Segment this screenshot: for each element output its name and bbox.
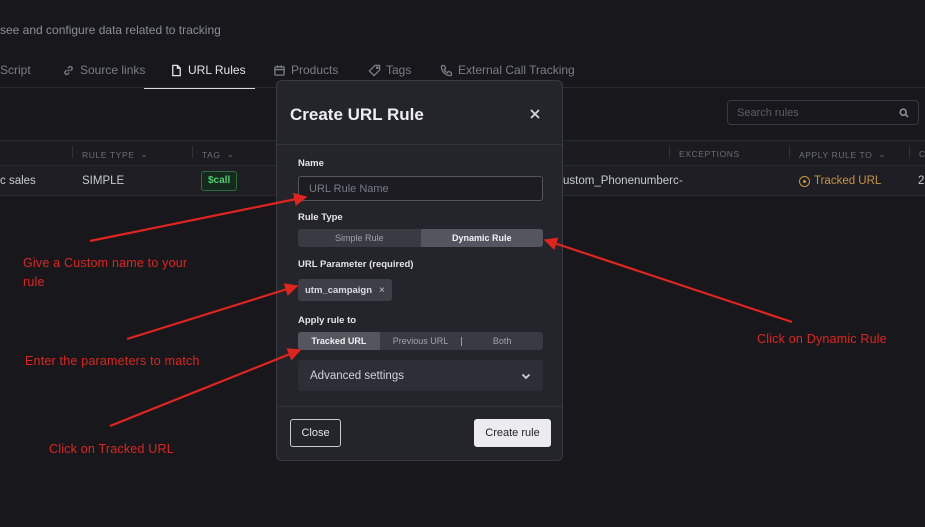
apply-rule-label: Apply rule to (298, 315, 357, 326)
chevron-down-icon (521, 373, 531, 379)
tab-label: Products (291, 63, 339, 77)
arrow-to-parameter (126, 283, 299, 341)
url-parameter-label: URL Parameter (required) (298, 259, 414, 270)
both-option[interactable]: Both (461, 332, 543, 350)
calendar-icon (274, 64, 285, 76)
tab-label: Tags (386, 63, 412, 77)
column-rule-type[interactable]: RULE TYPE ⌄ (72, 146, 149, 160)
modal-title: Create URL Rule (290, 105, 424, 124)
target-icon (799, 175, 810, 187)
tag-badge: $call (201, 171, 238, 191)
tab-label: Source links (80, 63, 146, 77)
annotation-dynamic-rule: Click on Dynamic Rule (757, 332, 887, 346)
create-rule-button[interactable]: Create rule (474, 419, 551, 447)
file-link-icon (172, 64, 181, 76)
chip-label: utm_campaign (305, 284, 373, 296)
rule-name-input[interactable] (298, 176, 543, 201)
chevron-down-icon: ⌄ (226, 149, 235, 159)
tab-url-rules[interactable]: URL Rules (144, 52, 255, 89)
tag-icon (368, 64, 381, 77)
tab-label: Script (0, 63, 31, 77)
annotation-parameters: Enter the parameters to match (25, 354, 200, 368)
chevron-down-icon: ⌄ (140, 149, 149, 159)
simple-rule-option[interactable]: Simple Rule (298, 229, 421, 247)
phone-icon (440, 64, 453, 76)
arrow-to-dynamic-rule (543, 237, 793, 324)
tab-label: URL Rules (188, 63, 246, 77)
cell-name: c sales (0, 175, 36, 187)
arrow-to-name-input (89, 192, 308, 243)
cell-truncated: 2 (918, 175, 925, 187)
divider (277, 144, 562, 145)
divider (277, 406, 562, 407)
apply-to-cell: Tracked URL (799, 175, 881, 187)
advanced-settings-label: Advanced settings (310, 369, 404, 382)
cell-rule-type: SIMPLE (82, 175, 125, 187)
rule-type-toggle: Simple Rule Dynamic Rule (298, 229, 543, 247)
close-icon[interactable] (528, 107, 542, 121)
cell-exceptions: - (679, 175, 683, 187)
cell-parameter: ustom_Phonenumberc (563, 175, 679, 187)
search-input[interactable] (737, 106, 899, 119)
chevron-down-icon: ⌄ (878, 149, 887, 159)
apply-to-label: Tracked URL (814, 175, 882, 187)
page-subtitle: see and configure data related to tracki… (0, 23, 221, 37)
column-truncated[interactable]: C (909, 146, 925, 159)
tab-source-links[interactable]: Source links (62, 52, 145, 88)
previous-url-option[interactable]: Previous URL (380, 332, 462, 350)
column-exceptions[interactable]: EXCEPTIONS (669, 146, 740, 159)
annotation-tracked-url: Click on Tracked URL (49, 442, 174, 456)
create-url-rule-modal: Create URL Rule Name Rule Type Simple Ru… (276, 80, 563, 461)
tab-label: External Call Tracking (458, 63, 575, 77)
column-tag[interactable]: TAG ⌄ (192, 146, 235, 160)
close-button[interactable]: Close (290, 419, 341, 447)
column-apply-rule-to[interactable]: APPLY RULE TO ⌄ (789, 146, 887, 160)
search-icon[interactable] (899, 107, 909, 118)
rule-type-label: Rule Type (298, 212, 343, 223)
apply-rule-toggle: Tracked URL Previous URL Both (298, 332, 543, 350)
tab-script[interactable]: Script (0, 52, 31, 88)
annotation-custom-name: Give a Custom name to your rule (23, 256, 188, 289)
parameter-chip: utm_campaign × (298, 279, 392, 301)
dynamic-rule-option[interactable]: Dynamic Rule (420, 229, 543, 247)
remove-chip-icon[interactable]: × (379, 285, 385, 296)
link-icon (64, 65, 73, 75)
tracked-url-option[interactable]: Tracked URL (298, 332, 380, 350)
name-label: Name (298, 158, 324, 169)
search-rules[interactable] (727, 100, 919, 125)
advanced-settings-toggle[interactable]: Advanced settings (298, 360, 543, 391)
